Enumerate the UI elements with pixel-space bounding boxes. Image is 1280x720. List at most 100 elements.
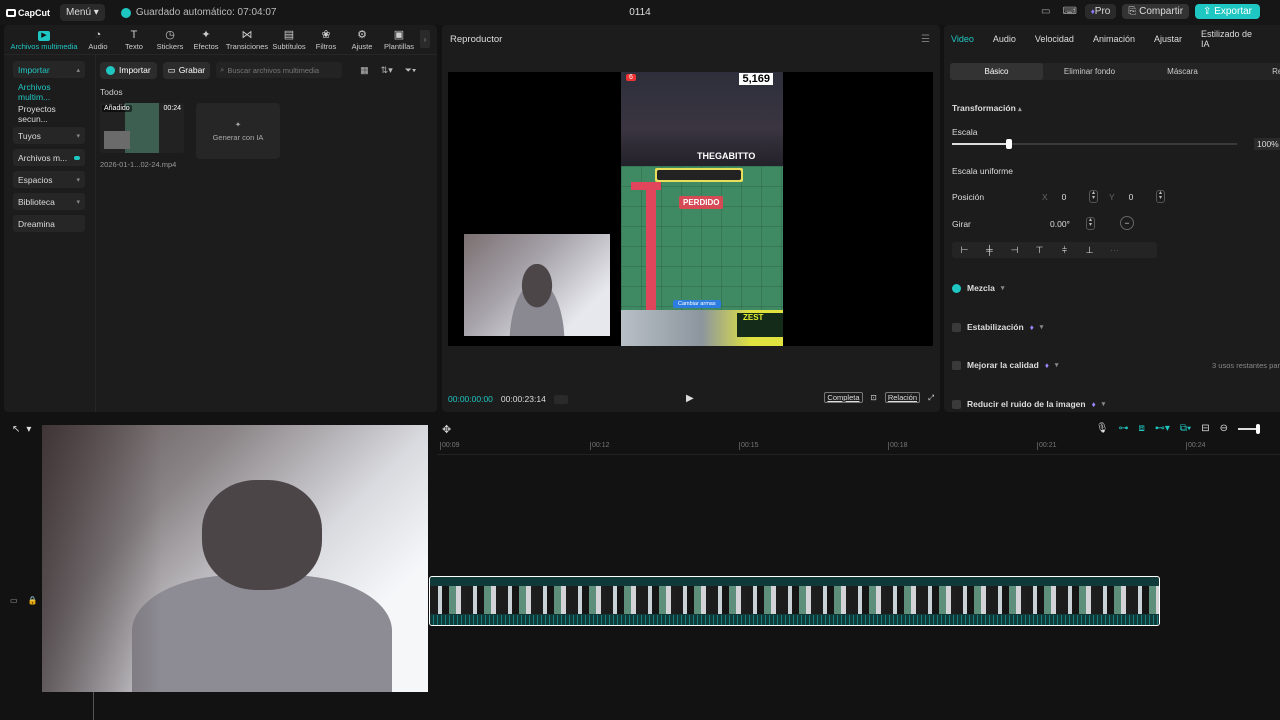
- grid-view-icon[interactable]: ▦: [360, 65, 369, 76]
- timecode-format-icon[interactable]: [553, 394, 568, 404]
- tab-audio[interactable]: ◔ Audio: [80, 29, 116, 54]
- tab-adjust-props[interactable]: Ajustar: [1154, 34, 1182, 44]
- select-tool-icon[interactable]: ↖: [12, 424, 20, 435]
- tab-video[interactable]: Video: [951, 34, 974, 44]
- nav-library[interactable]: Biblioteca ▾: [13, 193, 85, 210]
- scale-value[interactable]: 100%: [1254, 138, 1280, 150]
- scale-slider[interactable]: [952, 139, 1237, 149]
- share-button[interactable]: ⎘ Compartir: [1122, 4, 1190, 19]
- caption-icon[interactable]: ⊟: [1201, 423, 1209, 434]
- tab-ai-style[interactable]: Estilizado de IA: [1201, 29, 1261, 49]
- total-timecode: 00:00:23:14: [500, 394, 546, 404]
- quality-toggle[interactable]: Mejorar la calidad ♦ ▾: [952, 360, 1058, 370]
- checkbox-icon[interactable]: [952, 322, 961, 332]
- checkbox-icon[interactable]: [952, 399, 961, 409]
- shortcut-icon[interactable]: ⌨: [1061, 5, 1079, 19]
- tab-adjust[interactable]: ⚙ Ajuste: [344, 29, 380, 54]
- split-icon[interactable]: ✥: [442, 423, 451, 436]
- nav-spaces[interactable]: Espacios ▾: [13, 171, 85, 188]
- rotate-field[interactable]: 0.00°: [1050, 216, 1070, 231]
- media-clip-card[interactable]: Añadido 00:24 2026-01-1...02-24.mp4: [100, 103, 184, 169]
- layout-icon[interactable]: ▭: [1037, 5, 1055, 19]
- nav-import[interactable]: Importar ▴: [13, 61, 85, 78]
- nav-yours[interactable]: Tuyos ▾: [13, 127, 85, 144]
- screenshot-icon[interactable]: ⊡: [871, 393, 877, 402]
- play-icon[interactable]: ▶: [686, 393, 694, 404]
- nav-dreamina[interactable]: Dreamina: [13, 215, 85, 232]
- microphone-icon[interactable]: 🎙: [1096, 423, 1109, 434]
- magnet-link-icon[interactable]: ⊶: [1118, 423, 1128, 434]
- subtab-remove-bg[interactable]: Eliminar fondo: [1043, 63, 1136, 80]
- track-visibility-icon[interactable]: ▭: [10, 596, 18, 605]
- chevron-right-icon[interactable]: ›: [420, 30, 430, 48]
- stepper-icon[interactable]: ▴ ▾: [1086, 217, 1095, 230]
- subtab-mask[interactable]: Máscara: [1136, 63, 1229, 80]
- align-top-icon[interactable]: ⊤: [1027, 245, 1052, 256]
- generate-ai-button[interactable]: ✦ Generar con IA: [196, 103, 280, 159]
- sort-icon[interactable]: ⇅▾: [381, 65, 393, 76]
- zoom-slider-knob[interactable]: [1256, 423, 1260, 434]
- align-center-v-icon[interactable]: ⫩: [1052, 245, 1077, 256]
- zoom-slider[interactable]: [1238, 423, 1260, 434]
- media-search-input[interactable]: ⌕ Buscar archivos multimedia: [216, 62, 343, 78]
- align-center-h-icon[interactable]: ╪: [977, 245, 1002, 255]
- pro-button[interactable]: ♦Pro: [1084, 4, 1117, 19]
- tab-animation[interactable]: Animación: [1093, 34, 1135, 44]
- tab-subtitles[interactable]: ▤ Subtítulos: [270, 29, 308, 54]
- align-right-icon[interactable]: ⊣: [1002, 245, 1027, 256]
- record-button[interactable]: ▭ Grabar: [162, 61, 211, 79]
- fullscreen-icon[interactable]: ⤢: [928, 393, 934, 403]
- dragged-clip-preview[interactable]: [42, 425, 428, 692]
- auto-snap-icon[interactable]: ⧈: [1138, 423, 1144, 434]
- checkbox-icon[interactable]: [952, 360, 961, 370]
- lost-label: PERDIDO: [679, 196, 724, 209]
- blend-toggle[interactable]: Mezcla ▾: [952, 283, 1004, 293]
- menu-button[interactable]: Menú ▾: [60, 4, 105, 21]
- position-x-field[interactable]: X0: [1042, 189, 1066, 204]
- stepper-icon[interactable]: ▴ ▾: [1089, 190, 1098, 203]
- lock-icon[interactable]: 🔒: [28, 596, 38, 605]
- filter-icon[interactable]: ⏷▾: [405, 65, 417, 76]
- rotate-dial-icon[interactable]: −: [1120, 216, 1134, 230]
- align-more-icon[interactable]: ⋯: [1102, 245, 1127, 256]
- full-quality-button[interactable]: Completa: [824, 392, 863, 403]
- tab-text[interactable]: T Texto: [116, 29, 152, 54]
- scale-slider-knob[interactable]: [1006, 139, 1012, 149]
- transform-section[interactable]: Transformación ▴: [952, 103, 1022, 113]
- stabilize-toggle[interactable]: Estabilización ♦ ▾: [952, 322, 1043, 332]
- position-y-field[interactable]: Y0: [1109, 189, 1133, 204]
- export-button[interactable]: ⇪ Exportar: [1195, 4, 1260, 19]
- clip-thumbnail[interactable]: Añadido 00:24: [100, 103, 184, 153]
- denoise-toggle[interactable]: Reducir el ruido de la imagen ♦ ▾: [952, 399, 1105, 409]
- timeline-video-clip[interactable]: [429, 576, 1160, 626]
- webcam-overlay[interactable]: [464, 234, 610, 336]
- link-clips-icon[interactable]: ⊷▾: [1155, 423, 1170, 434]
- tab-speed[interactable]: Velocidad: [1035, 34, 1074, 44]
- tab-audio-props[interactable]: Audio: [993, 34, 1016, 44]
- chevron-down-icon[interactable]: ▾: [26, 424, 31, 435]
- tab-filters[interactable]: ❀ Filtros: [308, 29, 344, 54]
- aspect-ratio-button[interactable]: Relación: [884, 392, 920, 403]
- menu-icon[interactable]: ☰: [921, 34, 930, 45]
- playhead[interactable]: [93, 690, 94, 720]
- subtab-basic[interactable]: Básico: [950, 63, 1043, 80]
- timeline-ruler[interactable]: 00:09 00:12 00:15 00:18 00:21 00:24: [437, 441, 1280, 455]
- nav-media-files[interactable]: Archivos multim...: [13, 82, 85, 102]
- tab-transitions[interactable]: ⋈ Transiciones: [224, 29, 270, 54]
- nav-media-m[interactable]: Archivos m...: [13, 149, 85, 166]
- tab-stickers[interactable]: ◷ Stickers: [152, 29, 188, 54]
- tab-templates[interactable]: ▣ Plantillas: [380, 29, 418, 54]
- chevron-down-icon: ▾: [1054, 362, 1059, 369]
- align-bottom-icon[interactable]: ⊥: [1077, 245, 1102, 256]
- zoom-out-icon[interactable]: ⊖: [1220, 423, 1228, 434]
- import-button[interactable]: Importar: [100, 61, 157, 79]
- preview-axis-icon[interactable]: ⧉▾: [1180, 423, 1191, 434]
- align-left-icon[interactable]: ⊢: [952, 245, 977, 256]
- nav-secondary-projects[interactable]: Proyectos secun...: [13, 104, 85, 124]
- tab-effects[interactable]: ✦ Efectos: [188, 29, 224, 54]
- tab-media[interactable]: ▶ Archivos multimedia: [8, 31, 80, 54]
- subtab-retouch[interactable]: Reto: [1229, 63, 1280, 80]
- checkbox-checked-icon[interactable]: [952, 283, 961, 293]
- video-canvas[interactable]: 6 5,169 THEGABITTO PERDIDO Cambiar armas…: [448, 72, 933, 346]
- stepper-icon[interactable]: ▴ ▾: [1156, 190, 1165, 203]
